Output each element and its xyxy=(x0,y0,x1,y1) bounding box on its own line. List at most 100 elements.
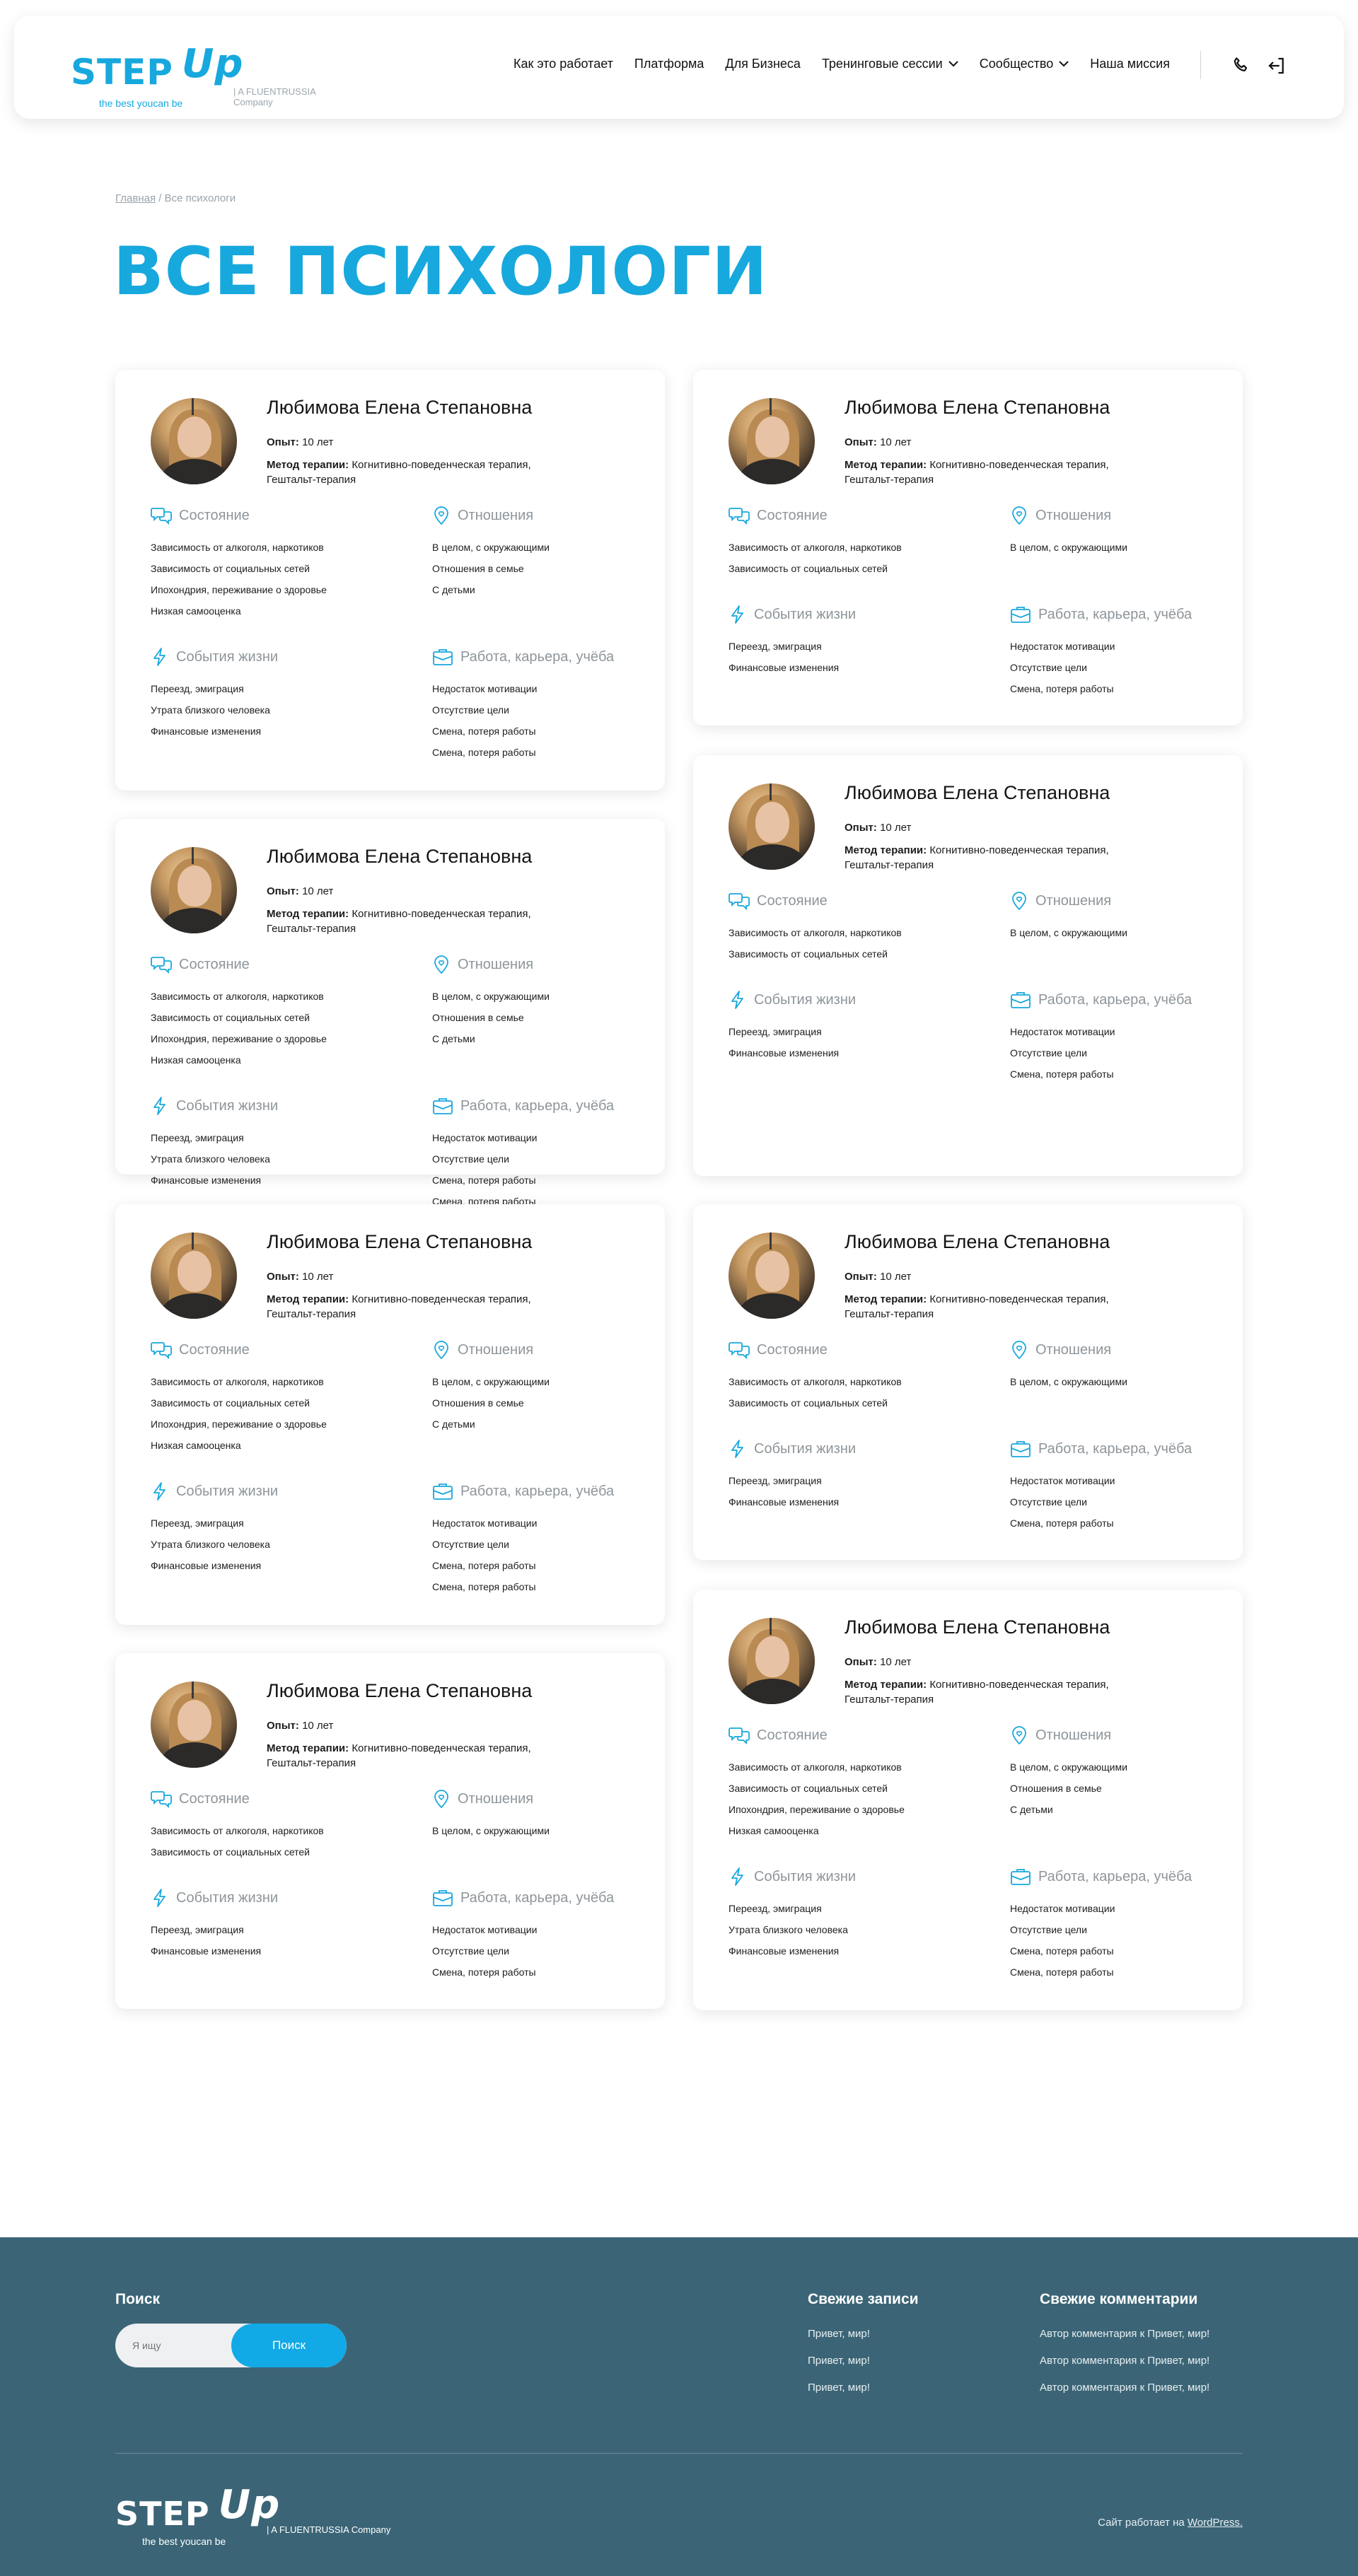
psychologist-card[interactable]: Любимова Елена Степановна Опыт: 10 лет М… xyxy=(693,755,1243,1176)
section-life-events: События жизни Переезд, эмиграция Финансов… xyxy=(729,990,962,1063)
psychologist-name[interactable]: Любимова Елена Степановна xyxy=(845,782,1110,804)
site-footer: Поиск Поиск Свежие записи Привет, мир! П… xyxy=(0,2237,1358,2576)
work-list: Недостаток мотивации Отсутствие цели Смена… xyxy=(1010,636,1243,699)
logo[interactable]: STEP Up the best youcan be | A FLUENTRUSS… xyxy=(71,35,325,113)
psychologist-card[interactable]: Любимова Елена Степановна Опыт: 10 лет М… xyxy=(115,370,665,791)
relations-list: В целом, с окружающими xyxy=(1010,537,1243,558)
nav-item-business[interactable]: Для Бизнеса xyxy=(725,57,801,71)
recent-comment-link[interactable]: Автор комментария к Привет, мир! xyxy=(1040,2321,1209,2348)
recent-posts-title: Свежие записи xyxy=(808,2291,919,2307)
lightning-icon xyxy=(153,1097,166,1115)
psychologist-card[interactable]: Любимова Елена Степановна Опыт: 10 лет М… xyxy=(693,370,1243,725)
work-list: Недостаток мотивации Отсутствие цели Смена… xyxy=(432,678,666,763)
relations-item: В целом, с окружающими xyxy=(1010,927,1127,938)
lightning-icon xyxy=(731,1867,743,1886)
section-title: События жизни xyxy=(176,1483,279,1499)
relations-item: Отношения в семье xyxy=(432,1397,524,1409)
section-title: Работа, карьера, учёба xyxy=(460,1097,615,1114)
nav-item-platform[interactable]: Платформа xyxy=(634,57,704,71)
therapy-method: Метод терапии: Когнитивно-поведенческая … xyxy=(267,1741,564,1771)
nav-item-trainings[interactable]: Тренинговые сессии xyxy=(822,57,958,71)
phone-icon[interactable] xyxy=(1231,55,1252,76)
psychologist-card[interactable]: Любимова Елена Степановна Опыт: 10 лет М… xyxy=(115,1653,665,2009)
experience: Опыт: 10 лет xyxy=(267,1271,333,1283)
footer-logo[interactable]: STEP Up the best youcan be | A FLUENTRUSS… xyxy=(115,2482,398,2548)
life-events-list: Переезд, эмиграция Финансовые изменения xyxy=(729,1470,962,1513)
work-item: Отсутствие цели xyxy=(432,1153,509,1165)
state-item: Зависимость от социальных сетей xyxy=(729,948,888,960)
psychologist-card[interactable]: Любимова Елена Степановна Опыт: 10 лет М… xyxy=(693,1204,1243,1560)
life-events-list: Переезд, эмиграция Утрата близкого челове… xyxy=(151,678,384,742)
therapy-method: Метод терапии: Когнитивно-поведенческая … xyxy=(267,1292,564,1322)
experience-label: Опыт: xyxy=(267,1720,299,1732)
life-item: Финансовые изменения xyxy=(729,662,840,673)
experience-value: 10 лет xyxy=(302,1720,334,1732)
relations-item: Отношения в семье xyxy=(432,563,524,574)
login-icon[interactable] xyxy=(1266,55,1287,76)
life-events-list: Переезд, эмиграция Финансовые изменения xyxy=(729,636,962,678)
experience-label: Опыт: xyxy=(845,1271,877,1283)
breadcrumb-home-link[interactable]: Главная xyxy=(115,192,156,204)
avatar xyxy=(151,1682,237,1768)
wordpress-link[interactable]: WordPress. xyxy=(1188,2517,1243,2529)
nav-item-community[interactable]: Сообщество xyxy=(980,57,1069,71)
footer-logo-text: STEP xyxy=(115,2495,210,2533)
recent-post-link[interactable]: Привет, мир! xyxy=(808,2348,870,2374)
nav-item-mission[interactable]: Наша миссия xyxy=(1090,57,1170,71)
psychologist-name[interactable]: Любимова Елена Степановна xyxy=(267,1680,532,1702)
work-item: Смена, потеря работы xyxy=(1010,1966,1114,1978)
location-heart-icon xyxy=(1012,1726,1026,1745)
psychologist-card[interactable]: Любимова Елена Степановна Опыт: 10 лет М… xyxy=(693,1590,1243,2010)
psychologist-name[interactable]: Любимова Елена Степановна xyxy=(267,1231,532,1253)
section-life-events: События жизни Переезд, эмиграция Утрата б… xyxy=(151,647,384,742)
section-title: События жизни xyxy=(176,1889,279,1906)
breadcrumb-current: Все психологи xyxy=(164,192,236,204)
therapy-method: Метод терапии: Когнитивно-поведенческая … xyxy=(267,907,564,936)
recent-post-link[interactable]: Привет, мир! xyxy=(808,2374,870,2401)
relations-item: Отношения в семье xyxy=(432,1012,524,1023)
psychologist-name[interactable]: Любимова Елена Степановна xyxy=(267,397,532,419)
section-relations: Отношения В целом, с окружающими Отношени… xyxy=(432,506,666,600)
experience: Опыт: 10 лет xyxy=(845,1656,911,1668)
psychologist-name[interactable]: Любимова Елена Степановна xyxy=(845,1616,1110,1638)
briefcase-icon xyxy=(433,649,453,665)
psychologist-name[interactable]: Любимова Елена Степановна xyxy=(845,1231,1110,1253)
nav-item-how-it-works[interactable]: Как это работает xyxy=(513,57,613,71)
briefcase-icon xyxy=(1011,607,1031,623)
work-item: Недостаток мотивации xyxy=(432,1132,538,1143)
state-item: Низкая самооценка xyxy=(151,1440,241,1451)
section-title: Работа, карьера, учёба xyxy=(1038,1440,1192,1457)
site-header: STEP Up the best youcan be | A FLUENTRUSS… xyxy=(14,16,1344,119)
state-item: Низкая самооценка xyxy=(151,1054,241,1066)
psychologist-name[interactable]: Любимова Елена Степановна xyxy=(267,846,532,868)
psychologist-card[interactable]: Любимова Елена Степановна Опыт: 10 лет М… xyxy=(115,819,665,1207)
work-item: Смена, потеря работы xyxy=(432,1581,536,1592)
psychologist-name[interactable]: Любимова Елена Степановна xyxy=(845,397,1110,419)
section-life-events: События жизни Переезд, эмиграция Утрата б… xyxy=(151,1096,384,1191)
recent-comment-link[interactable]: Автор комментария к Привет, мир! xyxy=(1040,2374,1209,2401)
state-item: Зависимость от социальных сетей xyxy=(151,1397,311,1409)
work-item: Недостаток мотивации xyxy=(432,683,538,694)
state-item: Зависимость от алкоголя, наркотиков xyxy=(729,542,902,553)
footer-search-button[interactable]: Поиск xyxy=(231,2324,347,2367)
psychologist-card[interactable]: Любимова Елена Степановна Опыт: 10 лет М… xyxy=(115,1204,665,1625)
life-item: Финансовые изменения xyxy=(151,1175,262,1186)
location-heart-icon xyxy=(434,506,448,525)
therapy-method: Метод терапии: Когнитивно-поведенческая … xyxy=(845,1292,1142,1322)
recent-comments-list: Автор комментария к Привет, мир! Автор к… xyxy=(1040,2321,1209,2401)
briefcase-icon xyxy=(433,1098,453,1114)
chat-bubbles-icon xyxy=(729,1342,750,1360)
relations-item: В целом, с окружающими xyxy=(432,991,550,1002)
recent-comment-link[interactable]: Автор комментария к Привет, мир! xyxy=(1040,2348,1209,2374)
nav-divider xyxy=(1200,51,1201,79)
recent-post-link[interactable]: Привет, мир! xyxy=(808,2321,870,2348)
experience: Опыт: 10 лет xyxy=(267,885,333,897)
avatar xyxy=(729,783,815,870)
footer-search-input[interactable] xyxy=(115,2324,236,2367)
work-list: Недостаток мотивации Отсутствие цели Смена… xyxy=(1010,1898,1243,1983)
section-title: Состояние xyxy=(757,1727,828,1743)
section-title: Работа, карьера, учёба xyxy=(1038,1868,1192,1884)
section-title: События жизни xyxy=(754,606,857,622)
life-events-list: Переезд, эмиграция Финансовые изменения xyxy=(151,1919,384,1962)
therapy-method: Метод терапии: Когнитивно-поведенческая … xyxy=(845,843,1142,873)
